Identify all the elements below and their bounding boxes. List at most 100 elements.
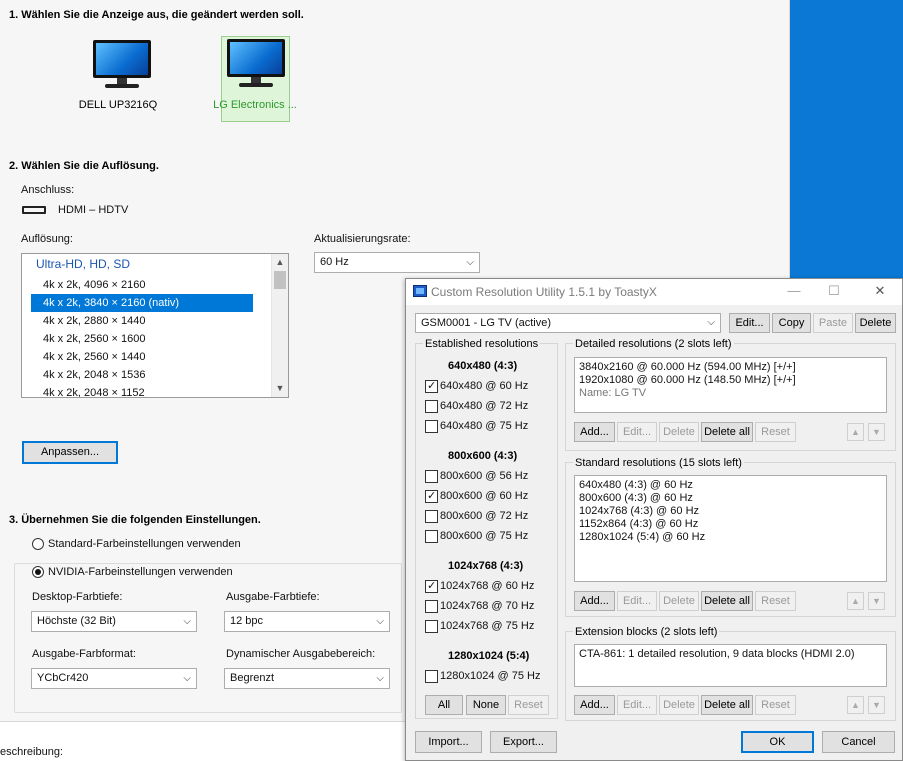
- detailed-list[interactable]: 3840x2160 @ 60.000 Hz (594.00 MHz) [+/+]…: [574, 357, 887, 413]
- detailed-delete-all-button[interactable]: Delete all: [701, 422, 753, 442]
- checkbox[interactable]: [425, 489, 438, 503]
- checkbox[interactable]: [425, 620, 438, 633]
- move-up-icon[interactable]: ▲: [847, 592, 864, 610]
- extension-delete-all-button[interactable]: Delete all: [701, 695, 753, 715]
- resolution-item[interactable]: 4k x 2k, 2880 × 1440: [22, 312, 252, 330]
- standard-item[interactable]: 800x600 (4:3) @ 60 Hz: [579, 492, 882, 505]
- standard-delete-button[interactable]: Delete: [659, 591, 699, 611]
- group-heading: 800x600 (4:3): [448, 450, 518, 462]
- resolution-scrollbar[interactable]: ▲ ▼: [271, 254, 288, 397]
- ok-button[interactable]: OK: [741, 731, 814, 753]
- checkbox[interactable]: [425, 510, 438, 523]
- import-button[interactable]: Import...: [415, 731, 482, 753]
- output-depth-select[interactable]: 12 bpc ⌵: [224, 611, 390, 632]
- standard-item[interactable]: 640x480 (4:3) @ 60 Hz: [579, 479, 882, 492]
- cru-titlebar[interactable]: Custom Resolution Utility 1.5.1 by Toast…: [406, 279, 902, 305]
- resolution-listbox[interactable]: Ultra-HD, HD, SD 4k x 2k, 4096 × 2160 4k…: [21, 253, 289, 398]
- output-format-label: Ausgabe-Farbformat:: [32, 648, 136, 660]
- resolution-item[interactable]: 4k x 2k, 2048 × 1536: [22, 366, 252, 384]
- output-format-value: YCbCr420: [37, 672, 89, 684]
- checkbox[interactable]: [425, 670, 438, 683]
- detailed-edit-button[interactable]: Edit...: [617, 422, 657, 442]
- dynamic-range-value: Begrenzt: [230, 672, 275, 684]
- standard-title: Standard resolutions (15 slots left): [573, 457, 744, 469]
- close-icon[interactable]: ✕: [870, 283, 890, 299]
- output-format-select[interactable]: YCbCr420 ⌵: [31, 668, 197, 689]
- checkbox[interactable]: [425, 379, 438, 393]
- extension-add-button[interactable]: Add...: [574, 695, 615, 715]
- refresh-rate-select[interactable]: 60 Hz ⌵: [314, 252, 480, 273]
- checkbox[interactable]: [425, 530, 438, 543]
- move-down-icon[interactable]: ▼: [868, 592, 885, 610]
- radio-nvidia-label: NVIDIA-Farbeinstellungen verwenden: [48, 566, 236, 578]
- checkbox[interactable]: [425, 470, 438, 483]
- standard-item[interactable]: 1280x1024 (5:4) @ 60 Hz: [579, 531, 882, 544]
- extension-item[interactable]: CTA-861: 1 detailed resolution, 9 data b…: [579, 648, 882, 661]
- checkbox[interactable]: [425, 420, 438, 433]
- established-title: Established resolutions: [423, 338, 541, 350]
- extension-reset-button[interactable]: Reset: [755, 695, 796, 715]
- resolution-item[interactable]: 4k x 2k, 2048 × 1152: [22, 384, 252, 397]
- connection-value: HDMI – HDTV: [58, 204, 129, 216]
- display-lg-label: LG Electronics ...: [213, 99, 297, 111]
- all-button[interactable]: All: [425, 695, 463, 715]
- move-down-icon[interactable]: ▼: [868, 423, 885, 441]
- section3-title: 3. Übernehmen Sie die folgenden Einstell…: [9, 514, 261, 526]
- delete-monitor-button[interactable]: Delete: [855, 313, 896, 333]
- detailed-name: Name: LG TV: [579, 387, 647, 399]
- monitor-select[interactable]: GSM0001 - LG TV (active) ⌵: [415, 313, 721, 333]
- standard-item[interactable]: 1152x864 (4:3) @ 60 Hz: [579, 518, 882, 531]
- checkbox-label: 800x600 @ 72 Hz: [440, 510, 529, 522]
- copy-button[interactable]: Copy: [772, 313, 811, 333]
- export-button[interactable]: Export...: [490, 731, 557, 753]
- cancel-button[interactable]: Cancel: [822, 731, 895, 753]
- resolution-item-selected[interactable]: 4k x 2k, 3840 × 2160 (nativ): [31, 294, 253, 312]
- dynamic-range-select[interactable]: Begrenzt ⌵: [224, 668, 390, 689]
- scroll-thumb[interactable]: [274, 271, 286, 289]
- reset-established-button[interactable]: Reset: [508, 695, 549, 715]
- detailed-delete-button[interactable]: Delete: [659, 422, 699, 442]
- scroll-down-icon[interactable]: ▼: [272, 380, 288, 396]
- checkbox-label: 1024x768 @ 70 Hz: [440, 600, 535, 612]
- radio-nvidia-colors[interactable]: [32, 566, 44, 578]
- move-up-icon[interactable]: ▲: [847, 696, 864, 714]
- checkbox[interactable]: [425, 579, 438, 593]
- standard-delete-all-button[interactable]: Delete all: [701, 591, 753, 611]
- extension-edit-button[interactable]: Edit...: [617, 695, 657, 715]
- scroll-up-icon[interactable]: ▲: [272, 254, 288, 270]
- minimize-icon[interactable]: —: [784, 283, 804, 298]
- desktop-depth-value: Höchste (32 Bit): [37, 615, 116, 627]
- extension-list[interactable]: CTA-861: 1 detailed resolution, 9 data b…: [574, 644, 887, 687]
- desktop-depth-select[interactable]: Höchste (32 Bit) ⌵: [31, 611, 197, 632]
- detailed-item[interactable]: 1920x1080 @ 60.000 Hz (148.50 MHz) [+/+]: [579, 374, 882, 387]
- standard-reset-button[interactable]: Reset: [755, 591, 796, 611]
- resolution-item[interactable]: 4k x 2k, 2560 × 1600: [22, 330, 252, 348]
- detailed-item[interactable]: 3840x2160 @ 60.000 Hz (594.00 MHz) [+/+]: [579, 361, 882, 374]
- checkbox-label: 640x480 @ 60 Hz: [440, 380, 529, 392]
- maximize-icon[interactable]: ☐: [824, 283, 844, 299]
- standard-list[interactable]: 640x480 (4:3) @ 60 Hz 800x600 (4:3) @ 60…: [574, 475, 887, 582]
- resolution-item[interactable]: 4k x 2k, 2560 × 1440: [22, 348, 252, 366]
- extension-delete-button[interactable]: Delete: [659, 695, 699, 715]
- section1-title: 1. Wählen Sie die Anzeige aus, die geänd…: [9, 9, 304, 21]
- output-depth-value: 12 bpc: [230, 615, 264, 627]
- checkbox[interactable]: [425, 600, 438, 613]
- move-up-icon[interactable]: ▲: [847, 423, 864, 441]
- move-down-icon[interactable]: ▼: [868, 696, 885, 714]
- standard-add-button[interactable]: Add...: [574, 591, 615, 611]
- resolution-item[interactable]: 4k x 2k, 4096 × 2160: [22, 276, 252, 294]
- radio-default-colors[interactable]: [32, 538, 44, 550]
- customize-button[interactable]: Anpassen...: [22, 441, 118, 464]
- checkbox-label: 800x600 @ 60 Hz: [440, 490, 529, 502]
- none-button[interactable]: None: [466, 695, 506, 715]
- detailed-reset-button[interactable]: Reset: [755, 422, 796, 442]
- checkbox-label: 1280x1024 @ 75 Hz: [440, 670, 541, 682]
- edit-monitor-button[interactable]: Edit...: [729, 313, 770, 333]
- standard-item[interactable]: 1024x768 (4:3) @ 60 Hz: [579, 505, 882, 518]
- description-label: eschreibung:: [0, 746, 63, 758]
- checkbox[interactable]: [425, 400, 438, 413]
- detailed-add-button[interactable]: Add...: [574, 422, 615, 442]
- standard-edit-button[interactable]: Edit...: [617, 591, 657, 611]
- paste-button[interactable]: Paste: [813, 313, 853, 333]
- group-heading: 640x480 (4:3): [448, 360, 518, 372]
